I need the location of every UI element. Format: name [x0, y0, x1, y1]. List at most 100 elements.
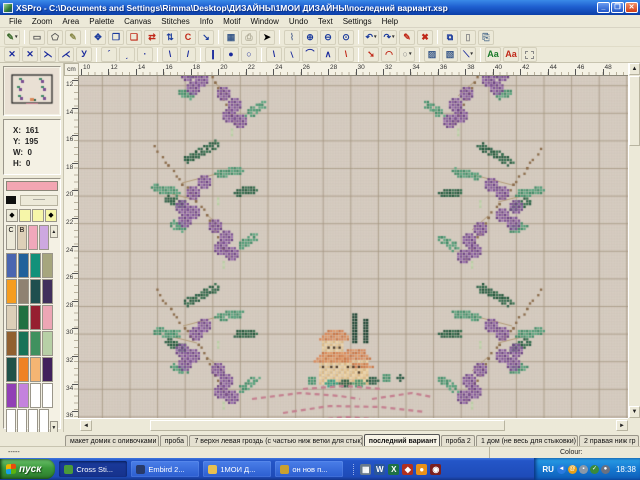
- palette-swatch[interactable]: [30, 331, 41, 356]
- scroll-up-button[interactable]: ▲: [629, 63, 640, 75]
- no-color-button[interactable]: ------: [20, 195, 58, 206]
- menu-stitches[interactable]: Stitches: [156, 16, 194, 27]
- palette-swatch[interactable]: [6, 279, 17, 304]
- scroll-left-button[interactable]: ◄: [80, 420, 92, 431]
- print-disabled-button[interactable]: ⎙: [241, 30, 257, 45]
- petite-stitch-3-button[interactable]: ·: [137, 47, 153, 62]
- menu-settings[interactable]: Settings: [338, 16, 377, 27]
- palette-swatch[interactable]: [42, 253, 53, 278]
- orange-app-icon[interactable]: ●: [416, 464, 427, 475]
- three-quarter-stitch-2-button[interactable]: ⋋: [40, 47, 56, 62]
- pattern-tab-1[interactable]: макет домик с оливочками: [65, 435, 159, 446]
- palette-swatch[interactable]: [42, 305, 53, 330]
- palette-c-button[interactable]: C: [6, 225, 16, 250]
- palette-swatch[interactable]: [42, 331, 53, 356]
- zoom-actual-button[interactable]: ⊙: [338, 30, 354, 45]
- maroon-app-icon[interactable]: ◉: [430, 464, 441, 475]
- minimize-button[interactable]: _: [597, 2, 610, 13]
- maximize-button[interactable]: ❐: [611, 2, 624, 13]
- palette-swatch[interactable]: [18, 279, 29, 304]
- motif-fill-button[interactable]: ▨: [424, 47, 440, 62]
- redo-dropdown-icon[interactable]: ▾: [392, 31, 395, 44]
- rect-select-button[interactable]: ▭: [29, 30, 45, 45]
- pattern-tab-6[interactable]: 1 дом (не весь для стыковки): [476, 435, 578, 446]
- zoom-out-button[interactable]: ⊖: [320, 30, 336, 45]
- palette-swatch[interactable]: [6, 357, 17, 382]
- taskbar-task-3[interactable]: 1МОИ Д...: [203, 461, 271, 477]
- horizontal-scroll-thumb[interactable]: [150, 420, 505, 431]
- language-indicator[interactable]: RU: [542, 465, 554, 474]
- pattern-tab-4[interactable]: последний вариант: [364, 434, 440, 446]
- animate-button[interactable]: ▦: [223, 30, 239, 45]
- petite-stitch-1-button[interactable]: ´: [101, 47, 117, 62]
- petite-stitch-2-button[interactable]: ͵: [119, 47, 135, 62]
- palette-swatch[interactable]: [18, 357, 29, 382]
- palette-swatch[interactable]: [39, 409, 49, 434]
- palette-swatch[interactable]: [18, 305, 29, 330]
- start-button[interactable]: пуск: [0, 459, 55, 479]
- mirror-horizontal-button[interactable]: ⇄: [144, 30, 160, 45]
- needle-button[interactable]: ⌇: [284, 30, 300, 45]
- menu-area[interactable]: Area: [57, 16, 84, 27]
- palette-scroll-up-button[interactable]: ▲: [50, 225, 58, 238]
- upright-cross-stitch-button[interactable]: У: [76, 47, 92, 62]
- palette-swatch[interactable]: [30, 357, 41, 382]
- text-tool-red-button[interactable]: Aa: [503, 47, 519, 62]
- bead-filled-button[interactable]: ●: [223, 47, 239, 62]
- palette-swatch[interactable]: [17, 409, 27, 434]
- quick-swatch-1[interactable]: ◆: [6, 209, 18, 222]
- pattern-preview[interactable]: [3, 66, 61, 116]
- pattern-tab-3[interactable]: 7 верхн левая гроздь (с частью ниж ветки…: [189, 435, 362, 446]
- backstitch-1-button[interactable]: \: [266, 47, 282, 62]
- palette-swatch[interactable]: [42, 383, 53, 408]
- copy-page-button[interactable]: ⧉: [442, 30, 458, 45]
- full-cross-stitch-button[interactable]: ✕: [4, 47, 20, 62]
- palette-swatch[interactable]: [6, 305, 17, 330]
- text-tool-green-button[interactable]: Aa: [485, 47, 501, 62]
- black-color-swatch[interactable]: [6, 196, 16, 204]
- backstitch-angle-button[interactable]: ∧: [320, 47, 336, 62]
- circle-tool-dropdown-icon[interactable]: ▾: [409, 48, 412, 61]
- undo-button[interactable]: ↶▾: [363, 30, 379, 45]
- delete-button[interactable]: ✖: [417, 30, 433, 45]
- curve-tool-button[interactable]: ◠: [381, 47, 397, 62]
- backstitch-curve-button[interactable]: ⌒: [302, 47, 318, 62]
- palette-swatch[interactable]: [30, 279, 41, 304]
- menu-zoom[interactable]: Zoom: [27, 16, 57, 27]
- current-color-swatch[interactable]: [6, 181, 58, 191]
- quick-swatch-2[interactable]: [19, 209, 31, 222]
- palette-swatch[interactable]: [6, 253, 17, 278]
- palette-swatch[interactable]: [18, 383, 29, 408]
- tray-dark-icon[interactable]: ●: [601, 465, 610, 474]
- rotate-button[interactable]: C: [180, 30, 196, 45]
- backstitch-red-button[interactable]: \: [338, 47, 354, 62]
- vertical-scrollbar[interactable]: ▲ ▼: [628, 63, 640, 418]
- menu-window[interactable]: Window: [245, 16, 283, 27]
- menu-file[interactable]: File: [4, 16, 27, 27]
- copy-motif-button[interactable]: ❐: [108, 30, 124, 45]
- rotate-free-button[interactable]: ↘: [198, 30, 214, 45]
- palette-swatch[interactable]: [18, 253, 29, 278]
- palette-swatch[interactable]: [6, 331, 17, 356]
- half-stitch-back-button[interactable]: \: [162, 47, 178, 62]
- undo-dropdown-icon[interactable]: ▾: [374, 31, 377, 44]
- french-knot-button[interactable]: ❙: [205, 47, 221, 62]
- paste-motif-button[interactable]: ❏: [126, 30, 142, 45]
- menu-text[interactable]: Text: [313, 16, 338, 27]
- circle-tool-button[interactable]: ○▾: [399, 47, 415, 62]
- palette-swatch[interactable]: [28, 409, 38, 434]
- mirror-vertical-button[interactable]: ⇅: [162, 30, 178, 45]
- tray-gray-icon[interactable]: ▪: [579, 465, 588, 474]
- scroll-down-button[interactable]: ▼: [629, 406, 640, 418]
- menu-info[interactable]: Info: [195, 16, 218, 27]
- horizontal-scrollbar[interactable]: ◄ ►: [64, 418, 628, 432]
- library-button[interactable]: ⎘: [478, 30, 494, 45]
- line-style-dropdown-icon[interactable]: ▾: [470, 48, 473, 61]
- palette-swatch[interactable]: [39, 225, 49, 250]
- palette-swatch[interactable]: [42, 357, 53, 382]
- menu-palette[interactable]: Palette: [84, 16, 119, 27]
- pattern-tab-7[interactable]: 2 правая ниж гр: [579, 435, 639, 446]
- menu-undo[interactable]: Undo: [284, 16, 313, 27]
- redo-button[interactable]: ↷▾: [381, 30, 397, 45]
- bead-outline-button[interactable]: ○: [241, 47, 257, 62]
